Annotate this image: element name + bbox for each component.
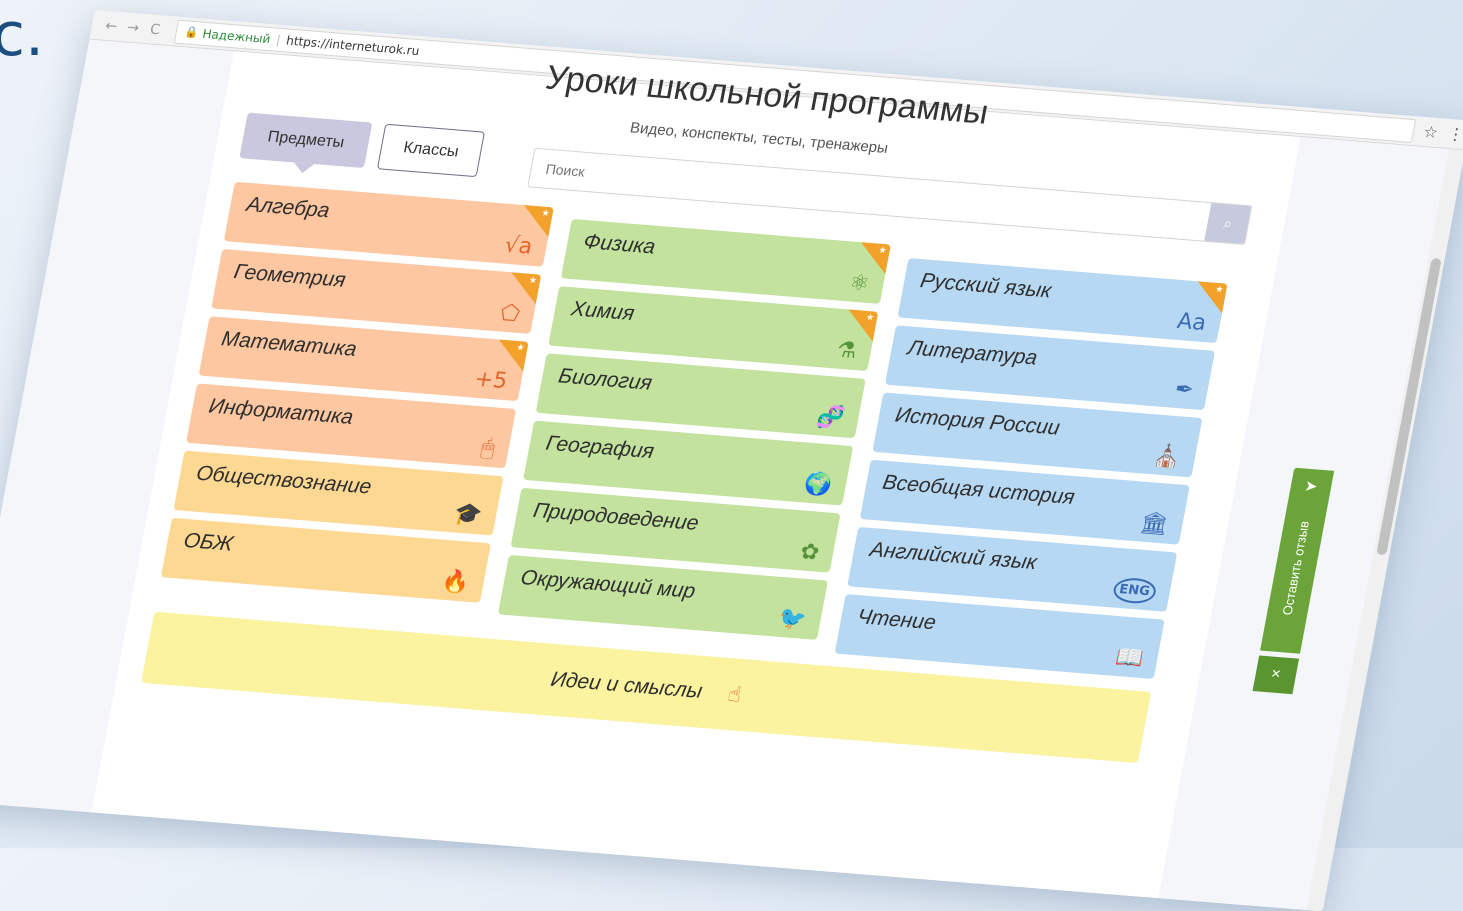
feedback-label: Оставить отзыв [1279, 520, 1313, 616]
subject-label: Информатика [206, 394, 356, 429]
subject-label: Физика [581, 230, 658, 259]
subject-label: География [544, 431, 656, 464]
tab-classes[interactable]: Классы [376, 123, 486, 178]
subject-label: Русский язык [918, 269, 1054, 303]
subject-label: Окружающий мир [518, 566, 698, 603]
subject-label: Химия [569, 297, 637, 326]
atom-icon: ⚛ [847, 270, 872, 297]
graduation-cap-icon: 🎓 [452, 501, 485, 529]
subject-column-1: Алгебра √a ★ Геометрия ⬠ ★ Математика +5… [159, 181, 554, 611]
lock-icon: 🔒 [183, 25, 200, 40]
subject-label: Обществознание [194, 461, 374, 499]
subject-label: Английский язык [868, 538, 1039, 575]
forward-icon[interactable]: → [121, 19, 146, 37]
feedback-close-button[interactable]: × [1252, 655, 1300, 695]
book-icon: 📖 [1113, 645, 1146, 672]
globe-icon: 🌍 [801, 471, 834, 499]
menu-dots-icon[interactable]: ⋮ [1446, 124, 1463, 144]
paper-plane-icon: ➤ [1303, 477, 1319, 496]
reload-icon[interactable]: C [143, 21, 168, 39]
subject-label: Литература [905, 336, 1040, 370]
museum-icon: 🏛 [1138, 510, 1171, 538]
ideas-label: Идеи и смыслы [548, 667, 705, 703]
flask-icon: ⚗ [834, 337, 859, 365]
subject-column-3: Русский язык Aa ★ Литература ✒ История Р… [833, 258, 1228, 687]
search-icon: ⌕ [1221, 214, 1234, 233]
polyhedron-icon: ⬠ [498, 300, 522, 327]
tab-subjects[interactable]: Предметы [239, 112, 373, 169]
bird-icon: 🐦 [776, 605, 809, 633]
subject-column-2: Физика ⚛ ★ Химия ⚗ ★ Биология 🧬 Географи… [496, 218, 891, 648]
search-button[interactable]: ⌕ [1204, 203, 1252, 244]
subject-label: Биология [556, 364, 654, 395]
subject-label: Алгебра [244, 192, 332, 223]
flower-icon: ✿ [798, 539, 822, 566]
back-icon[interactable]: ← [99, 17, 124, 35]
subject-label: Геометрия [232, 260, 348, 292]
plus-five-icon: +5 [472, 366, 510, 395]
subject-label: Математика [219, 327, 359, 361]
sqrt-icon: √a [502, 232, 535, 260]
scrollbar[interactable] [1306, 149, 1463, 911]
subject-label: Чтение [855, 605, 938, 635]
corner-char: с. [0, 0, 45, 70]
letters-icon: Aa [1175, 308, 1209, 336]
pointing-hand-icon: ☝ [725, 681, 744, 708]
page-content: Уроки школьной программы Видео, конспект… [91, 51, 1301, 899]
subject-label: Всеобщая история [880, 470, 1077, 509]
subject-label: Природоведение [531, 498, 701, 535]
dna-icon: 🧬 [814, 404, 847, 432]
bookmark-star-icon[interactable]: ☆ [1422, 122, 1440, 142]
quill-icon: ✒ [1172, 376, 1196, 404]
subject-label: ОБЖ [181, 528, 235, 556]
fire-icon: 🔥 [439, 568, 472, 596]
church-icon: ⛪ [1151, 443, 1184, 471]
browser-window: ← → C 🔒 Надежный | https://interneturok.… [0, 10, 1463, 911]
feedback-tab[interactable]: ➤ Оставить отзыв [1260, 467, 1335, 654]
subject-label: История России [893, 403, 1062, 440]
scrollbar-thumb[interactable] [1376, 258, 1442, 556]
page-viewport: Уроки школьной программы Видео, конспект… [0, 39, 1463, 911]
